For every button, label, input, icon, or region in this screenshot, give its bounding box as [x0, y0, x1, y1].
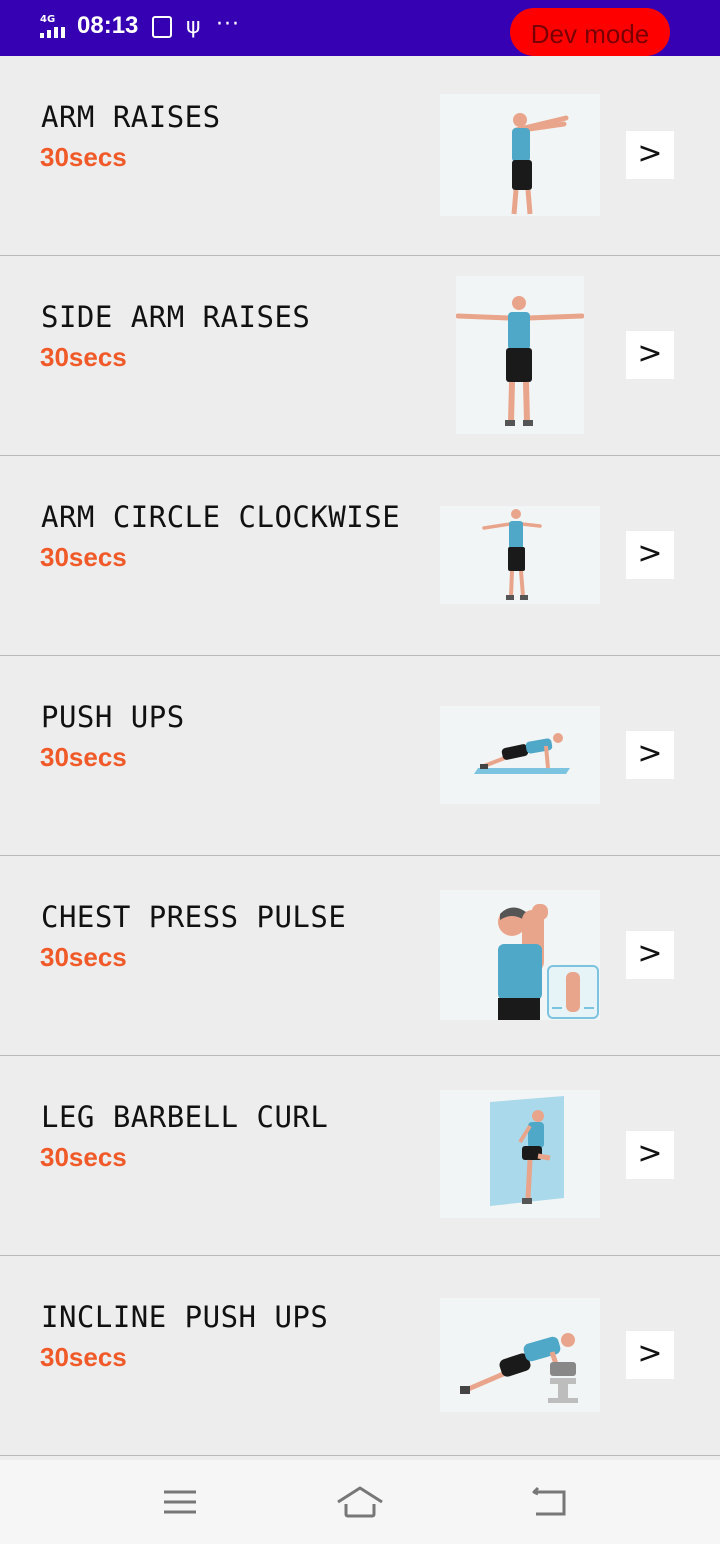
- exercise-duration: 30secs: [40, 342, 127, 372]
- exercise-name: SIDE ARM RAISES: [41, 300, 311, 334]
- exercise-name: CHEST PRESS PULSE: [41, 900, 347, 934]
- push-ups-figure: [440, 706, 600, 804]
- arm-circle-figure: [440, 506, 600, 604]
- open-exercise-button[interactable]: >: [626, 931, 674, 979]
- usb-icon: ψ: [186, 14, 201, 39]
- side-arm-raises-figure: [456, 276, 584, 434]
- open-exercise-button[interactable]: >: [626, 531, 674, 579]
- home-icon[interactable]: [330, 1482, 390, 1526]
- exercise-duration: 30secs: [40, 742, 127, 772]
- exercise-duration: 30secs: [40, 942, 127, 972]
- exercise-duration: 30secs: [40, 542, 127, 572]
- exercise-name: PUSH UPS: [41, 700, 185, 734]
- menu-icon[interactable]: [150, 1482, 210, 1526]
- back-icon[interactable]: [518, 1482, 578, 1526]
- arm-raises-figure: [440, 94, 600, 216]
- usb-debug-icon: [152, 16, 172, 38]
- exercise-row[interactable]: INCLINE PUSH UPS 30secs >: [0, 1256, 720, 1456]
- exercise-row[interactable]: ARM CIRCLE CLOCKWISE 30secs >: [0, 456, 720, 656]
- more-dots-icon: ···: [216, 12, 240, 37]
- system-navigation-bar: [0, 1460, 720, 1544]
- exercise-row[interactable]: ARM RAISES 30secs >: [0, 56, 720, 256]
- exercise-name: LEG BARBELL CURL: [41, 1100, 329, 1134]
- open-exercise-button[interactable]: >: [626, 131, 674, 179]
- exercise-duration: 30secs: [40, 1142, 127, 1172]
- dev-mode-badge[interactable]: Dev mode: [510, 8, 670, 56]
- exercise-list[interactable]: ARM RAISES 30secs > SIDE ARM RAISES 30se…: [0, 56, 720, 1460]
- open-exercise-button[interactable]: >: [626, 731, 674, 779]
- signal-icon: 4G: [40, 14, 70, 40]
- leg-barbell-curl-figure: [440, 1090, 600, 1218]
- open-exercise-button[interactable]: >: [626, 1331, 674, 1379]
- open-exercise-button[interactable]: >: [626, 1131, 674, 1179]
- clock: 08:13: [77, 12, 139, 39]
- network-type: 4G: [40, 14, 56, 25]
- open-exercise-button[interactable]: >: [626, 331, 674, 379]
- chest-press-figure: [440, 890, 600, 1020]
- incline-push-ups-figure: [440, 1298, 600, 1412]
- status-bar: 4G 08:13 ψ ··· Dev mode: [0, 0, 720, 56]
- exercise-row[interactable]: LEG BARBELL CURL 30secs >: [0, 1056, 720, 1256]
- exercise-name: INCLINE PUSH UPS: [41, 1300, 329, 1334]
- exercise-row[interactable]: PUSH UPS 30secs >: [0, 656, 720, 856]
- exercise-name: ARM CIRCLE CLOCKWISE: [41, 500, 401, 534]
- exercise-duration: 30secs: [40, 1342, 127, 1372]
- exercise-duration: 30secs: [40, 142, 127, 172]
- exercise-row[interactable]: SIDE ARM RAISES 30secs >: [0, 256, 720, 456]
- exercise-name: ARM RAISES: [41, 100, 221, 134]
- exercise-row[interactable]: CHEST PRESS PULSE 30secs >: [0, 856, 720, 1056]
